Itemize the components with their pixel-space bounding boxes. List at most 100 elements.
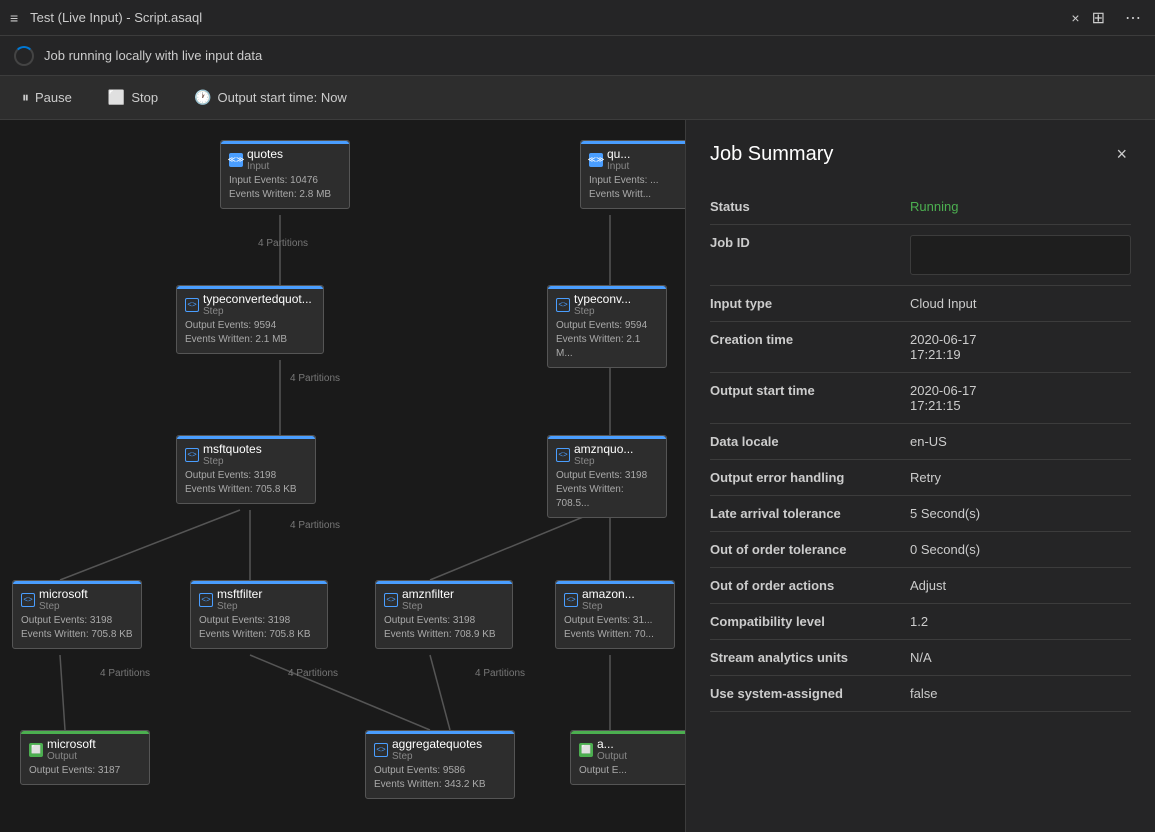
node-icon13: ⬜ <box>579 743 593 757</box>
node-subtitle12: Step <box>392 751 482 762</box>
summary-row-outoforderactions: Out of order actions Adjust <box>710 568 1131 604</box>
output-start-button[interactable]: 🕐 Output start time: Now <box>186 85 355 110</box>
node-top-border9 <box>376 581 512 584</box>
node-title13: a... <box>597 737 627 751</box>
node-title2: qu... <box>607 147 630 161</box>
node-icon6: <> <box>556 448 570 462</box>
summary-label-outputerrorhandling: Output error handling <box>710 460 910 496</box>
node-title4: typeconv... <box>574 292 631 306</box>
node-top-border5 <box>177 436 315 439</box>
main-area: ≪≫ quotes Input Input Events: 10476Event… <box>0 120 1155 832</box>
summary-label-datalocale: Data locale <box>710 424 910 460</box>
node-icon5: <> <box>185 448 199 462</box>
node-stats10: Output Events: 31...Events Written: 70..… <box>564 614 666 642</box>
partition-label-6: 4 Partitions <box>475 668 525 679</box>
summary-row-streamanalyticsunits: Stream analytics units N/A <box>710 640 1131 676</box>
node-subtitle9: Step <box>402 601 454 612</box>
node-top-border6 <box>548 436 666 439</box>
node-icon3: <> <box>185 298 199 312</box>
summary-row-outputerrorhandling: Output error handling Retry <box>710 460 1131 496</box>
node-quotes2[interactable]: ≪≫ qu... Input Input Events: ...Events W… <box>580 140 685 209</box>
node-title5: msftquotes <box>203 442 262 456</box>
node-typeconverted1[interactable]: <> typeconvertedquot... Step Output Even… <box>176 285 324 354</box>
summary-row-latearrivaltolerance: Late arrival tolerance 5 Second(s) <box>710 496 1131 532</box>
node-stats: Input Events: 10476Events Written: 2.8 M… <box>229 174 341 202</box>
pause-icon: ⏸ <box>22 89 29 106</box>
layout-button[interactable]: ⊞ <box>1088 6 1109 30</box>
node-header4: <> typeconv... Step <box>556 292 658 317</box>
node-aggregatequotes[interactable]: <> aggregatequotes Step Output Events: 9… <box>365 730 515 799</box>
partition-label-5: 4 Partitions <box>288 668 338 679</box>
pause-button[interactable]: ⏸ Pause <box>14 85 80 110</box>
node-stats12: Output Events: 9586Events Written: 343.2… <box>374 764 506 792</box>
diagram-canvas[interactable]: ≪≫ quotes Input Input Events: 10476Event… <box>0 120 685 832</box>
node-msftquotes[interactable]: <> msftquotes Step Output Events: 3198Ev… <box>176 435 316 504</box>
node-stats11: Output Events: 3187 <box>29 764 141 778</box>
stop-label: Stop <box>131 90 158 105</box>
node-amznfilter[interactable]: <> amznfilter Step Output Events: 3198Ev… <box>375 580 513 649</box>
summary-value-compatibilitylevel: 1.2 <box>910 604 1131 640</box>
node-amznquot[interactable]: <> amznquo... Step Output Events: 3198Ev… <box>547 435 667 518</box>
node-header8: <> msftfilter Step <box>199 587 319 612</box>
node-amazon-step[interactable]: <> amazon... Step Output Events: 31...Ev… <box>555 580 675 649</box>
node-icon7: <> <box>21 593 35 607</box>
summary-value-usesystemassigned: false <box>910 676 1131 712</box>
node-title7: microsoft <box>39 587 88 601</box>
job-summary-panel: Job Summary × Status Running Job ID Inpu… <box>685 120 1155 832</box>
node-stats4: Output Events: 9594Events Written: 2.1 M… <box>556 319 658 361</box>
node-microsoft-step[interactable]: <> microsoft Step Output Events: 3198Eve… <box>12 580 142 649</box>
node-stats13: Output E... <box>579 764 681 778</box>
summary-row-outofordertolerance: Out of order tolerance 0 Second(s) <box>710 532 1131 568</box>
summary-value-datalocale: en-US <box>910 424 1131 460</box>
node-top-border11 <box>21 731 149 734</box>
node-msftfilter[interactable]: <> msftfilter Step Output Events: 3198Ev… <box>190 580 328 649</box>
summary-label-compatibilitylevel: Compatibility level <box>710 604 910 640</box>
node-header6: <> amznquo... Step <box>556 442 658 467</box>
node-icon11: ⬜ <box>29 743 43 757</box>
node-top-border8 <box>191 581 327 584</box>
stop-icon: ⬜ <box>108 89 125 106</box>
node-typeconvert2[interactable]: <> typeconv... Step Output Events: 9594E… <box>547 285 667 368</box>
summary-value-outofordertolerance: 0 Second(s) <box>910 532 1131 568</box>
node-stats6: Output Events: 3198Events Written: 708.5… <box>556 469 658 511</box>
tab-close-button[interactable]: × <box>1071 10 1079 26</box>
node-subtitle11: Output <box>47 751 96 762</box>
node-subtitle3: Step <box>203 306 312 317</box>
stop-button[interactable]: ⬜ Stop <box>100 85 166 110</box>
node-subtitle10: Step <box>582 601 635 612</box>
node-stats9: Output Events: 3198Events Written: 708.9… <box>384 614 504 642</box>
summary-value-latearrivaltolerance: 5 Second(s) <box>910 496 1131 532</box>
node-top-border13 <box>571 731 685 734</box>
partition-label-4: 4 Partitions <box>100 668 150 679</box>
panel-close-button[interactable]: × <box>1112 140 1131 169</box>
summary-value-status: Running <box>910 189 1131 225</box>
summary-label-outoforderactions: Out of order actions <box>710 568 910 604</box>
title-bar-actions: ⊞ ⋯ <box>1088 6 1145 30</box>
node-a-output[interactable]: ⬜ a... Output Output E... <box>570 730 685 785</box>
summary-value-inputtype: Cloud Input <box>910 286 1131 322</box>
node-quotes1[interactable]: ≪≫ quotes Input Input Events: 10476Event… <box>220 140 350 209</box>
notification-bar: Job running locally with live input data <box>0 36 1155 76</box>
summary-label-outofordertolerance: Out of order tolerance <box>710 532 910 568</box>
summary-value-creationtime: 2020-06-1717:21:19 <box>910 322 1131 373</box>
job-id-box <box>910 235 1131 275</box>
more-button[interactable]: ⋯ <box>1121 6 1145 30</box>
summary-label-inputtype: Input type <box>710 286 910 322</box>
node-header5: <> msftquotes Step <box>185 442 307 467</box>
menu-icon: ≡ <box>10 10 18 26</box>
node-title10: amazon... <box>582 587 635 601</box>
node-header12: <> aggregatequotes Step <box>374 737 506 762</box>
node-top-border2 <box>581 141 685 144</box>
partition-label-1: 4 Partitions <box>258 238 308 249</box>
node-header3: <> typeconvertedquot... Step <box>185 292 315 317</box>
summary-label-usesystemassigned: Use system-assigned <box>710 676 910 712</box>
node-subtitle13: Output <box>597 751 627 762</box>
node-subtitle7: Step <box>39 601 88 612</box>
node-subtitle5: Step <box>203 456 262 467</box>
node-microsoft-output[interactable]: ⬜ microsoft Output Output Events: 3187 <box>20 730 150 785</box>
summary-row-usesystemassigned: Use system-assigned false <box>710 676 1131 712</box>
summary-row-compatibilitylevel: Compatibility level 1.2 <box>710 604 1131 640</box>
node-stats3: Output Events: 9594Events Written: 2.1 M… <box>185 319 315 347</box>
node-subtitle2: Input <box>607 161 630 172</box>
summary-table: Status Running Job ID Input type Cloud I… <box>710 189 1131 712</box>
